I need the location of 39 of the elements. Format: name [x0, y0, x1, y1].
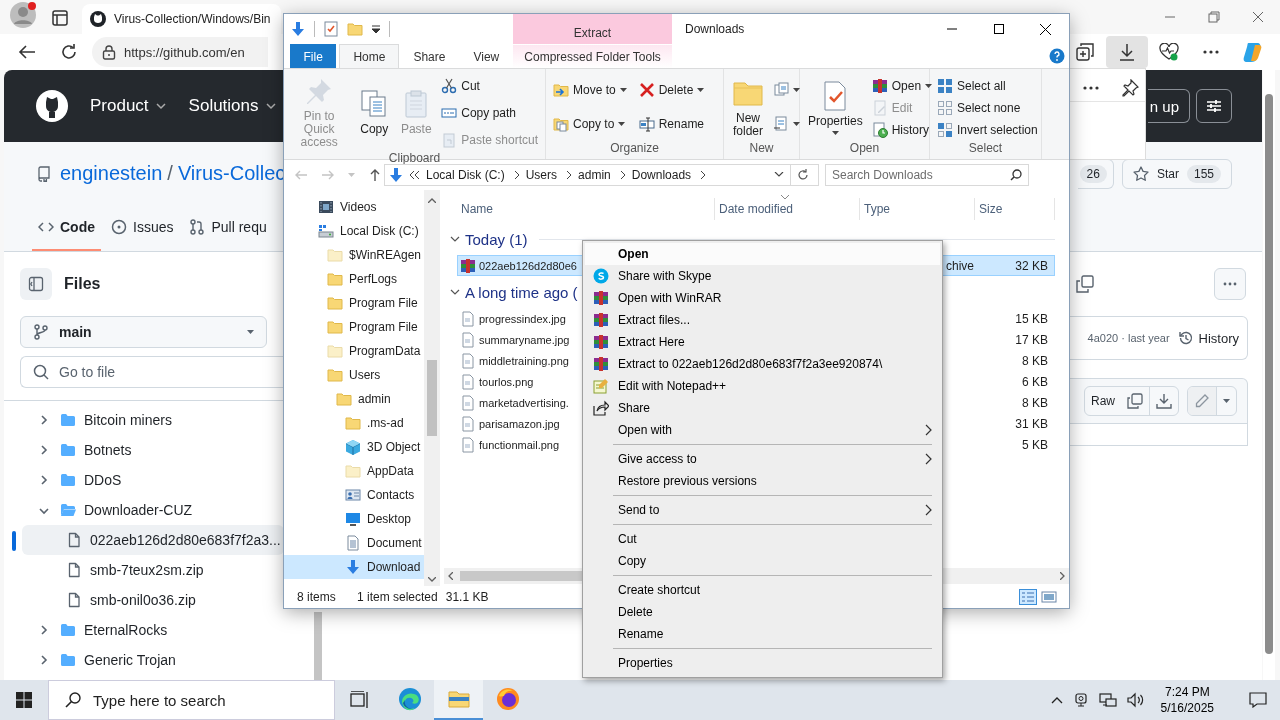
file-name: summaryname.jpg — [479, 333, 570, 346]
file-name: marketadvertising. — [479, 396, 569, 409]
file-size: 17 KB — [1015, 332, 1048, 347]
panel-title: Files — [64, 275, 101, 293]
file-name: progressindex.jpg — [479, 312, 566, 325]
file-size: 32 KB — [1015, 258, 1048, 273]
file-name: parisamazon.jpg — [479, 417, 560, 430]
group-label: Clipboard — [387, 151, 442, 165]
path-separator: / — [167, 162, 173, 185]
star-label: Star — [1156, 166, 1179, 181]
window-title: Downloads — [684, 21, 746, 38]
commit-info: 4a020 · last year — [1087, 332, 1170, 344]
date: 5/16/2025 — [1160, 700, 1214, 716]
file-type: chive — [946, 258, 974, 273]
group-header: A long time ago ( — [465, 283, 578, 301]
file-size: 8 KB — [1022, 353, 1048, 368]
group-header: Today (1) — [465, 230, 528, 248]
file-size: 6 KB — [1022, 374, 1048, 389]
file-size: 5 KB — [1022, 437, 1048, 452]
file-name: 022aeb126d2d80e6 — [479, 259, 577, 272]
group-label: Open — [848, 141, 881, 157]
file-size: 31 KB — [1015, 416, 1048, 431]
url-text: https://github.com/en — [124, 44, 245, 60]
selection-info: 1 item selected — [357, 590, 438, 604]
item-count: 8 items — [297, 590, 337, 604]
file-name: tourlos.png — [479, 375, 534, 388]
file-size: 15 KB — [1015, 311, 1048, 326]
fork-count: 26 — [1079, 164, 1107, 183]
file-size: 8 KB — [1022, 395, 1048, 410]
tab-title: Virus-Collection/Windows/Bin — [114, 12, 271, 26]
time: 7:24 PM — [1164, 684, 1210, 700]
file-name: middletraining.png — [479, 354, 569, 367]
group-label: Organize — [609, 141, 660, 157]
star-count: 155 — [1186, 164, 1221, 183]
group-label: New — [748, 141, 775, 157]
group-label: Select — [967, 141, 1004, 157]
file-name: functionmail.png — [479, 438, 560, 451]
selection-size: 31.1 KB — [445, 590, 489, 604]
contextual-tab-label: Extract — [573, 26, 612, 40]
